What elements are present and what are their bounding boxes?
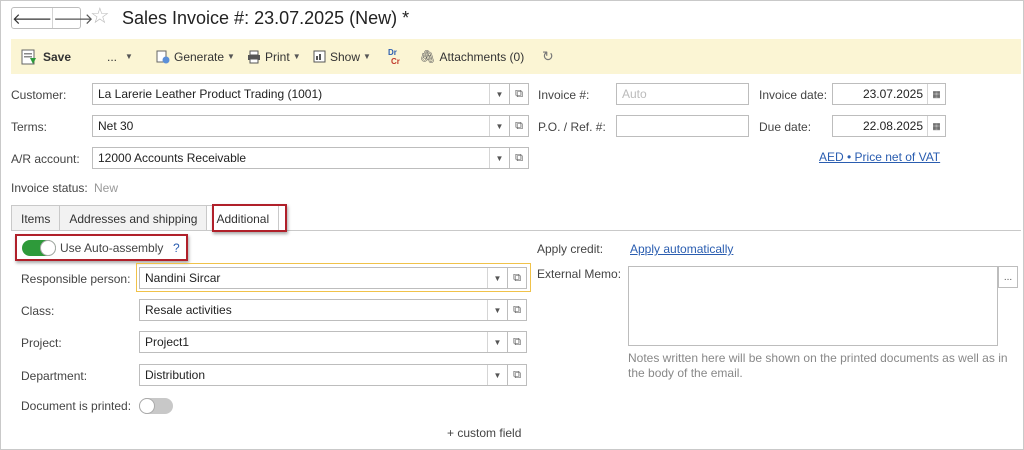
memo-more-button[interactable]: ... — [998, 266, 1018, 288]
dr-label: Dr — [388, 47, 397, 57]
cr-label: Cr — [391, 56, 400, 66]
page-title: Sales Invoice #: 23.07.2025 (New) * — [122, 8, 410, 28]
back-button[interactable]: 🡐 — [12, 8, 54, 28]
document-printed-label: Document is printed: — [21, 399, 132, 413]
forward-button[interactable]: 🡒 — [53, 8, 93, 28]
chevron-down-icon[interactable]: ▼ — [489, 84, 509, 104]
save-button[interactable]: Save — [21, 39, 71, 74]
customer-field[interactable]: La Larerie Leather Product Trading (1001… — [92, 83, 510, 105]
command-bar: Save ... ▼ Generate ▼ Print ▼ Show ▼ Dr Cr 🖇… — [11, 39, 1021, 74]
tab-items[interactable]: Items — [11, 205, 61, 231]
class-field[interactable]: Resale activities ▼ — [139, 299, 508, 321]
ar-account-field[interactable]: 12000 Accounts Receivable ▼ — [92, 147, 510, 169]
due-date-field[interactable]: 22.08.2025 ▦ — [832, 115, 946, 137]
report-icon — [313, 50, 326, 63]
paperclip-icon: 🖇 — [419, 48, 436, 64]
tab-addresses-shipping[interactable]: Addresses and shipping — [59, 205, 208, 231]
ar-account-open-icon[interactable]: ⧉ — [509, 147, 529, 169]
department-label: Department: — [21, 369, 88, 383]
generate-icon — [156, 50, 170, 63]
chevron-down-icon[interactable]: ▼ — [487, 365, 507, 385]
project-label: Project: — [21, 336, 62, 350]
invoice-status-value: New — [94, 181, 119, 195]
class-open-icon[interactable]: ⧉ — [507, 299, 527, 321]
print-button[interactable]: Print ▼ — [247, 39, 301, 74]
show-button[interactable]: Show ▼ — [313, 39, 371, 74]
apply-automatically-link[interactable]: Apply automatically — [630, 242, 733, 256]
attachments-button[interactable]: 🖇 Attachments (0) — [419, 39, 524, 74]
chevron-down-icon: ▼ — [227, 52, 235, 61]
invoice-number-field[interactable]: Auto — [616, 83, 749, 105]
external-memo-field[interactable] — [628, 266, 998, 346]
class-label: Class: — [21, 304, 55, 318]
terms-field[interactable]: Net 30 ▼ — [92, 115, 510, 137]
invoice-number-label: Invoice #: — [538, 88, 590, 102]
favorite-star-icon[interactable]: ☆ — [90, 5, 110, 27]
chevron-down-icon: ▼ — [363, 52, 371, 61]
responsible-person-label: Responsible person: — [21, 272, 131, 286]
dr-cr-button[interactable]: Dr Cr — [385, 39, 400, 74]
chevron-down-icon[interactable]: ▼ — [489, 148, 509, 168]
project-open-icon[interactable]: ⧉ — [507, 331, 527, 353]
calendar-icon[interactable]: ▦ — [927, 84, 945, 104]
save-icon — [21, 49, 36, 64]
chevron-down-icon[interactable]: ▼ — [489, 116, 509, 136]
printer-icon — [248, 50, 260, 63]
invoice-date-field[interactable]: 23.07.2025 ▦ — [832, 83, 946, 105]
project-field[interactable]: Project1 ▼ — [139, 331, 508, 353]
apply-credit-label: Apply credit: — [537, 242, 604, 256]
customer-open-icon[interactable]: ⧉ — [509, 83, 529, 105]
customer-label: Customer: — [11, 88, 67, 102]
add-custom-field-link[interactable]: + custom field — [447, 426, 521, 440]
terms-label: Terms: — [11, 120, 47, 134]
nav-buttons: 🡐 🡒 — [11, 7, 93, 29]
due-date-label: Due date: — [759, 120, 812, 134]
department-field[interactable]: Distribution ▼ — [139, 364, 508, 386]
po-ref-label: P.O. / Ref. #: — [538, 120, 606, 134]
chevron-down-icon[interactable]: ▼ — [487, 300, 507, 320]
ar-account-label: A/R account: — [11, 152, 80, 166]
department-open-icon[interactable]: ⧉ — [507, 364, 527, 386]
terms-open-icon[interactable]: ⧉ — [509, 115, 529, 137]
highlight-box-auto-assembly — [15, 234, 188, 261]
invoice-date-label: Invoice date: — [759, 88, 828, 102]
document-printed-toggle[interactable] — [139, 398, 173, 414]
chevron-down-icon[interactable]: ▼ — [487, 268, 507, 288]
external-memo-label: External Memo: — [537, 267, 622, 281]
responsible-person-field[interactable]: Nandini Sircar ▼ — [139, 267, 508, 289]
po-ref-field[interactable] — [616, 115, 749, 137]
tab-divider — [11, 230, 1021, 231]
currency-pricing-link[interactable]: AED • Price net of VAT — [819, 150, 940, 164]
highlight-box-tab — [212, 204, 287, 232]
more-actions-button[interactable]: ... ▼ — [107, 39, 133, 74]
responsible-open-icon[interactable]: ⧉ — [507, 267, 527, 289]
chevron-down-icon: ▼ — [292, 52, 301, 61]
refresh-icon[interactable]: ↻ — [542, 39, 554, 74]
generate-button[interactable]: Generate ▼ — [156, 39, 235, 74]
memo-hint: Notes written here will be shown on the … — [628, 351, 1008, 380]
chevron-down-icon: ▼ — [125, 52, 133, 61]
calendar-icon[interactable]: ▦ — [927, 116, 945, 136]
chevron-down-icon[interactable]: ▼ — [487, 332, 507, 352]
invoice-status-label: Invoice status: — [11, 181, 88, 195]
